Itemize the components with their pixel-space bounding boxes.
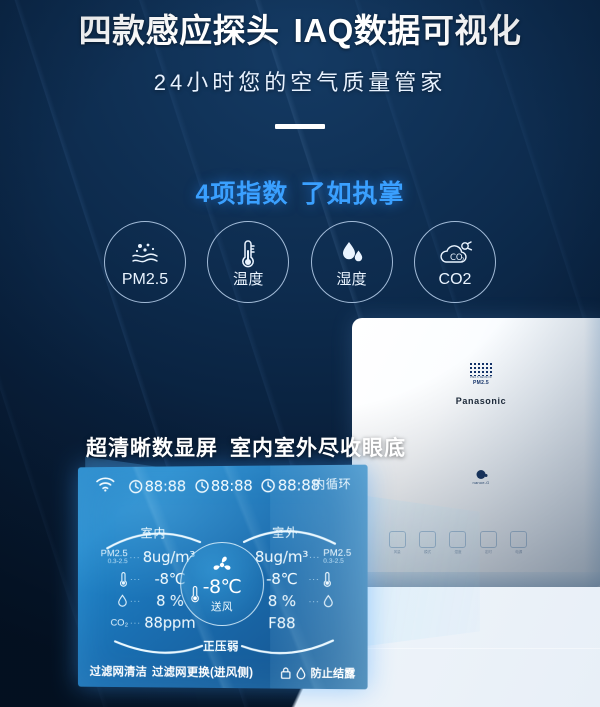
- nanoe-label: nanoe-G: [472, 480, 490, 485]
- page-title-part-2: IAQ数据可视化: [293, 12, 522, 49]
- pm25-badge-text: PM2.5: [473, 379, 489, 386]
- display-panel: 88:88 88:88 88:88 内循环 室内 室外 PM2.5 0.3-2.…: [77, 464, 368, 690]
- display-heading-part-1: 超清晰数显屏: [86, 437, 218, 460]
- indoor-temp-label-group: [78, 571, 130, 587]
- dial-mode-label: 送风: [211, 600, 233, 613]
- anti-dew-label: 防止结露: [310, 667, 356, 681]
- clock-icon: [195, 479, 209, 493]
- indices-heading-part-1: 4项指数: [195, 180, 289, 208]
- thermometer-icon: [323, 571, 332, 587]
- thermometer-icon: [237, 237, 259, 271]
- dial-thermometer-icon: [190, 585, 200, 608]
- indoor-humidity-label-group: [78, 593, 130, 608]
- dial-temperature-value: -8℃: [202, 575, 242, 598]
- inner-cycle-label: 内循环: [313, 476, 352, 492]
- nanoe-emitter-mark: nanoe-G: [473, 470, 490, 485]
- panel-bottom-bar: 过滤网清洁 过滤网更换(进风侧) 防止结露: [78, 662, 368, 682]
- indoor-label: 室内: [140, 526, 167, 541]
- indoor-humidity-dots-icon: ···: [130, 596, 141, 606]
- indoor-co2-label: CO₂: [110, 617, 129, 629]
- outdoor-humidity-label-group: [320, 594, 368, 609]
- index-item-pm25[interactable]: PM2.5: [104, 221, 186, 303]
- water-drop-icon: [295, 666, 306, 679]
- outdoor-pm25-label-group: PM2.5 0.3-2.5: [320, 548, 367, 566]
- outdoor-humidity-dots-icon: ···: [308, 596, 320, 606]
- control-label-power: 电源: [515, 549, 523, 554]
- outdoor-pm25-dots-icon: ···: [309, 552, 321, 562]
- outdoor-aqi-value: F88: [268, 614, 296, 633]
- indoor-co2-dots-icon: ···: [130, 618, 141, 628]
- control-button-timer[interactable]: 定时: [479, 530, 497, 554]
- outdoor-temp-dots-icon: ···: [308, 574, 320, 584]
- page-title-part-1: 四款感应探头: [78, 12, 280, 49]
- index-label-temperature: 温度: [233, 271, 264, 288]
- pressure-status-label: 正压弱: [203, 640, 240, 654]
- water-drop-icon: [117, 593, 128, 608]
- center-status-dial: -8℃ 送风: [180, 541, 265, 627]
- clock-entry-1: 88:88: [129, 477, 186, 496]
- clock-group: 88:88 88:88 88:88: [129, 476, 320, 496]
- wifi-icon: [96, 477, 116, 497]
- nanoe-dot-icon: [476, 470, 486, 479]
- co2-cloud-icon: CO 2: [437, 237, 473, 271]
- outdoor-humidity-value: 8 %: [267, 592, 296, 611]
- clock-time-2: 88:88: [210, 476, 253, 496]
- control-label-timer: 定时: [484, 549, 492, 554]
- index-icon-row: PM2.5 温度 湿度 CO 2 CO2: [104, 221, 496, 303]
- control-button-power[interactable]: 电源: [510, 530, 528, 554]
- indices-heading: 4项指数 了如执掌: [0, 174, 600, 210]
- index-item-humidity[interactable]: 湿度: [310, 221, 393, 303]
- title-divider: [275, 124, 325, 129]
- indoor-pm25-sublabel: 0.3-2.5: [107, 558, 128, 566]
- index-label-pm25: PM2.5: [121, 270, 169, 288]
- outdoor-pm25-sublabel: 0.3-2.5: [323, 558, 344, 566]
- display-heading-part-2: 室内室外尽收眼底: [230, 437, 406, 460]
- indoor-temp-dots-icon: ···: [130, 574, 141, 584]
- lock-icon: [280, 666, 291, 679]
- pm25-particles-icon: [129, 237, 161, 271]
- clock-time-1: 88:88: [144, 477, 186, 496]
- clock-icon: [129, 480, 143, 494]
- index-label-co2: CO2: [438, 270, 472, 288]
- clock-entry-2: 88:88: [195, 477, 253, 495]
- water-drop-icon: [337, 237, 367, 271]
- display-section-heading: 超清晰数显屏 室内室外尽收眼底: [86, 432, 406, 462]
- indoor-pm25-dots-icon: ···: [129, 552, 141, 562]
- thermometer-icon: [119, 571, 128, 587]
- indoor-co2-value: 88ppm: [144, 613, 196, 632]
- wall-floor-line: [350, 648, 600, 649]
- filter-status-group: 过滤网清洁 过滤网更换(进风侧): [90, 663, 254, 680]
- pm25-badge-pattern-icon: [469, 362, 493, 376]
- poster-root: 四款感应探头 IAQ数据可视化 24小时您的空气质量管家 4项指数 了如执掌 PM2…: [0, 0, 600, 707]
- index-item-temperature[interactable]: 温度: [207, 221, 290, 303]
- svg-text:2: 2: [461, 257, 465, 263]
- clock-entry-3: 88:88: [262, 476, 320, 495]
- indices-heading-part-2: 了如执掌: [300, 180, 405, 208]
- page-subtitle: 24小时您的空气质量管家: [153, 70, 447, 95]
- page-title: 四款感应探头 IAQ数据可视化: [0, 4, 600, 52]
- brand-logo: Panasonic: [455, 396, 507, 406]
- indoor-pm25-label-group: PM2.5 0.3-2.5: [78, 548, 130, 565]
- outdoor-pm25-value: 8ug/m³: [254, 547, 309, 566]
- outdoor-label: 室外: [272, 525, 299, 540]
- clock-icon: [262, 479, 276, 493]
- index-label-humidity: 湿度: [336, 271, 367, 288]
- outdoor-temp-label-group: [320, 571, 368, 587]
- pm25-sensor-badge: PM2.5 SENSOR PM2.5: [469, 362, 493, 386]
- anti-dew-group: 防止结露: [280, 664, 355, 681]
- index-item-co2[interactable]: CO 2 CO2: [413, 221, 496, 303]
- water-drop-icon: [323, 594, 334, 609]
- indoor-co2-label-group: CO₂: [78, 617, 130, 628]
- fan-icon: [213, 555, 231, 570]
- filter-replace-label: 过滤网更换(进风侧): [152, 666, 254, 680]
- filter-clean-label: 过滤网清洁: [89, 666, 148, 679]
